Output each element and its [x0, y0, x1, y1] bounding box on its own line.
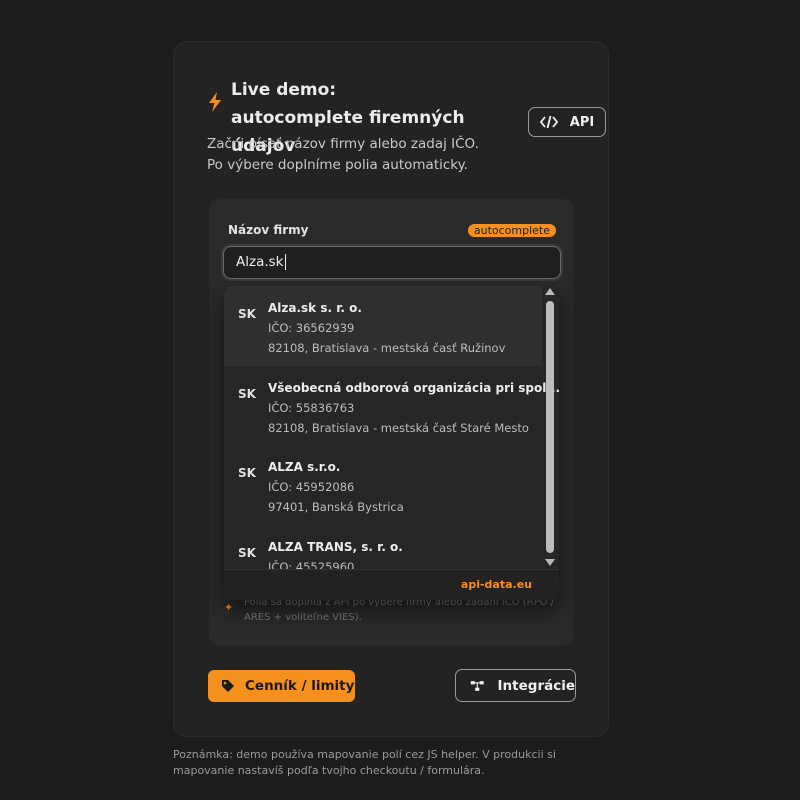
network-icon	[470, 680, 484, 691]
lightning-icon	[209, 92, 221, 112]
company-name: ALZA TRANS, s. r. o.	[268, 540, 403, 554]
company-ico: IČO: 45952086	[268, 480, 355, 494]
company-ico: IČO: 55836763	[268, 401, 355, 415]
pricing-button[interactable]: Cenník / limity	[208, 670, 355, 702]
country-code: SK	[238, 546, 256, 560]
page-note: Poznámka: demo používa mapovanie polí ce…	[173, 748, 556, 777]
company-name-input[interactable]: Alza.sk	[223, 246, 561, 279]
company-name: Všeobecná odborová organizácia pri spol.…	[268, 381, 559, 395]
brand-link[interactable]: api-data.eu	[461, 578, 532, 591]
suggestion-item[interactable]: SK ALZA s.r.o. IČO: 45952086 97401, Bans…	[224, 445, 542, 525]
company-ico: IČO: 36562939	[268, 321, 355, 335]
company-address: 82108, Bratislava - mestská časť Ružinov	[268, 341, 506, 355]
company-address: 97401, Banská Bystrica	[268, 500, 404, 514]
integrations-button[interactable]: Integrácie	[455, 669, 576, 702]
scrollbar-thumb[interactable]	[546, 301, 554, 553]
pricing-button-label: Cenník / limity	[245, 678, 355, 694]
text-caret	[284, 254, 286, 270]
company-name: ALZA s.r.o.	[268, 460, 341, 474]
dropdown-scrollbar[interactable]	[544, 286, 555, 570]
country-code: SK	[238, 466, 256, 480]
autocomplete-badge: autocomplete	[467, 224, 556, 237]
company-name: Alza.sk s. r. o.	[268, 301, 362, 315]
country-code: SK	[238, 307, 256, 321]
code-icon	[539, 115, 558, 129]
company-address: 82108, Bratislava - mestská časť Staré M…	[268, 421, 529, 435]
company-name-label: Názov firmy	[228, 223, 309, 237]
suggestion-item[interactable]: SK Všeobecná odborová organizácia pri sp…	[224, 366, 559, 446]
company-name-value: Alza.sk	[236, 254, 284, 270]
scroll-up-arrow-icon[interactable]	[545, 288, 555, 295]
suggestion-item[interactable]: SK Alza.sk s. r. o. IČO: 36562939 82108,…	[224, 286, 542, 366]
dropdown-footer: api-data.eu	[224, 569, 559, 600]
integrations-button-label: Integrácie	[497, 677, 575, 694]
scroll-down-arrow-icon[interactable]	[545, 559, 555, 566]
autocomplete-dropdown: SK Alza.sk s. r. o. IČO: 36562939 82108,…	[224, 286, 559, 600]
subtitle: Začni písať názov firmy alebo zadaj IČO.…	[207, 136, 479, 173]
api-button-label: API	[569, 114, 595, 130]
tag-icon	[222, 680, 234, 692]
magic-wand-icon: ✦	[224, 601, 234, 614]
api-button[interactable]: API	[528, 107, 606, 137]
country-code: SK	[238, 387, 256, 401]
